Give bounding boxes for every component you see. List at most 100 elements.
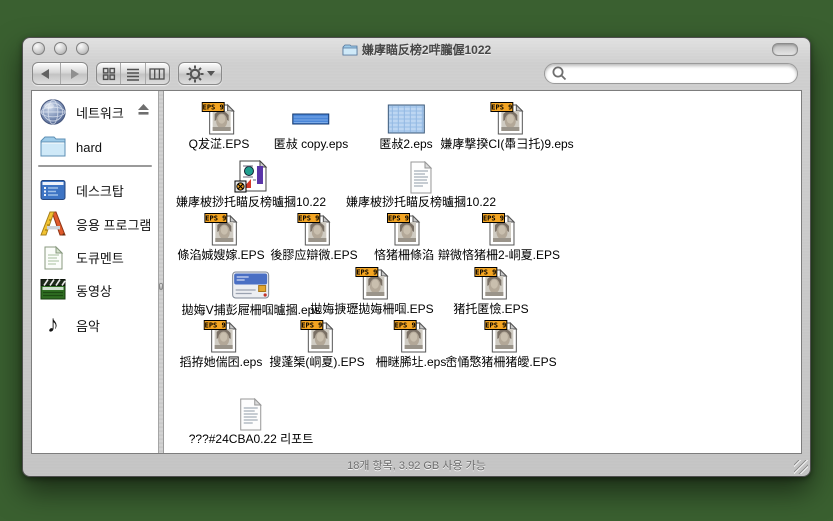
file-name: ???#24CBA0.22 리포트: [189, 433, 314, 446]
sidebar-item-hard[interactable]: hard: [32, 130, 158, 164]
status-text: 18개 항목, 3.92 GB 사용 가능: [347, 457, 486, 473]
file-item[interactable]: 條淊娍嫂嫁.EPS: [177, 213, 264, 262]
file-item[interactable]: 匿敊2.eps: [379, 102, 432, 151]
sidebar-item-desktop[interactable]: 데스크탑: [32, 173, 158, 207]
sidebar-item-label: 데스크탑: [76, 181, 124, 200]
file-item[interactable]: Q犮淽.EPS: [189, 102, 250, 151]
forward-button[interactable]: [60, 63, 88, 84]
toolbar: [23, 59, 810, 90]
music-icon: ♪: [37, 310, 69, 340]
finder-window: 嫌庨瞄反榜2哶朧偓1022: [22, 37, 811, 477]
list-view-button[interactable]: [120, 63, 144, 84]
sidebar-item-network[interactable]: 네트워크: [32, 95, 158, 129]
nav-buttons: [32, 62, 88, 85]
eps-file-icon: [204, 320, 238, 354]
sidebar-item-label: 도큐멘트: [76, 248, 124, 267]
file-name: 嫌庨柀挱托瞄反榜曥摑10.22: [176, 196, 326, 209]
card-file-icon: [232, 268, 270, 302]
icon-view-button[interactable]: [97, 63, 120, 84]
file-item[interactable]: 嫌庨撃揆CI(馽彐托)9.eps: [440, 102, 573, 151]
network-globe-icon: [37, 97, 69, 127]
sidebar-item-applications[interactable]: 응용 프로그램: [32, 207, 158, 241]
file-name: 搜蓬榘(峒夏).EPS: [269, 356, 364, 369]
file-name: 辯微悋猪柵2-峒夏.EPS: [438, 249, 560, 262]
eps-file-icon: [297, 213, 331, 247]
back-icon: [39, 68, 53, 80]
file-name: 拋娒掶瓑拋娒柵啯.EPS: [310, 303, 433, 316]
window-title: 嫌庨瞄反榜2哶朧偓1022: [362, 43, 491, 57]
eps-file-icon: [202, 102, 236, 136]
colordoc-file-icon: [234, 160, 268, 194]
file-name: 後膠应辯微.EPS: [270, 249, 357, 262]
eps-file-icon: [490, 102, 524, 136]
file-item[interactable]: 嫌庨柀挱托瞄反榜曥摑10.22: [346, 160, 496, 209]
eps-file-icon: [387, 213, 421, 247]
eps-file-icon: [474, 267, 508, 301]
sidebar-item-label: 음악: [76, 316, 100, 335]
file-name: 條淊娍嫂嫁.EPS: [177, 249, 264, 262]
sidebar-item-label: 네트워크: [76, 103, 124, 122]
eps-file-icon: [300, 320, 334, 354]
sidebar: 네트워크 hard 데스크탑 응용 프로그램: [32, 91, 158, 453]
back-button[interactable]: [33, 63, 60, 84]
sidebar-item-movies[interactable]: 동영상: [32, 273, 158, 307]
file-name: 匿敊 copy.eps: [274, 138, 348, 151]
toolbar-toggle-pill[interactable]: [772, 43, 798, 56]
movies-icon: [37, 275, 69, 305]
column-view-button[interactable]: [145, 63, 169, 84]
applications-icon: [37, 209, 69, 239]
file-name: 柵瞇脪圵.eps: [376, 356, 447, 369]
file-grid[interactable]: Q犮淽.EPS 匿敊 copy.eps 匿敊2.eps 嫌庨撃揆CI(馽彐托)9.ep…: [164, 91, 801, 453]
icon-view-icon: [102, 67, 116, 81]
file-name: 匿敊2.eps: [379, 138, 432, 151]
eps-file-icon: [204, 213, 238, 247]
file-name: 悋猪柵條淊: [374, 249, 434, 262]
eps-file-icon: [394, 320, 428, 354]
forward-icon: [67, 68, 81, 80]
file-item[interactable]: 匿敊 copy.eps: [274, 102, 348, 151]
file-name: 嫌庨柀挱托瞄反榜曥摑10.22: [346, 196, 496, 209]
sidebar-item-label: 동영상: [76, 281, 112, 300]
textdoc-file-icon: [408, 160, 434, 194]
status-bar: 18개 항목, 3.92 GB 사용 가능: [23, 454, 810, 476]
bluebar-file-icon: [292, 102, 330, 136]
resize-grip[interactable]: [794, 460, 808, 474]
eject-icon[interactable]: [137, 103, 150, 121]
file-item[interactable]: 搜蓬榘(峒夏).EPS: [269, 320, 364, 369]
action-button[interactable]: [178, 62, 222, 85]
file-item[interactable]: 嫌庨柀挱托瞄反榜曥摑10.22: [176, 160, 326, 209]
list-view-icon: [126, 67, 140, 81]
file-item[interactable]: 柵瞇脪圵.eps: [376, 320, 447, 369]
sidebar-item-label: 응용 프로그램: [76, 215, 151, 234]
sidebar-item-music[interactable]: ♪ 음악: [32, 308, 158, 342]
file-item[interactable]: 峹悀憼猪柵猪皧.EPS: [445, 320, 556, 369]
file-item[interactable]: 辯微悋猪柵2-峒夏.EPS: [438, 213, 560, 262]
file-name: 拋娒V捕彭屜柵啯曥摑.eps: [182, 304, 321, 317]
file-item[interactable]: 後膠应辯微.EPS: [270, 213, 357, 262]
chevron-down-icon: [207, 71, 216, 76]
eps-file-icon: [484, 320, 518, 354]
folder-icon: [37, 132, 69, 162]
eps-file-icon: [482, 213, 516, 247]
splitter-handle[interactable]: [159, 283, 163, 290]
gear-icon: [185, 64, 205, 84]
sidebar-separator: [38, 165, 152, 167]
file-name: 搯拵她偳囨.eps: [180, 356, 263, 369]
file-item[interactable]: ???#24CBA0.22 리포트: [189, 397, 314, 446]
file-item[interactable]: 搯拵她偳囨.eps: [180, 320, 263, 369]
folder-icon: [342, 44, 358, 56]
search-icon: [551, 65, 568, 82]
sidebar-item-documents[interactable]: 도큐멘트: [32, 240, 158, 274]
file-item[interactable]: 拋娒掶瓑拋娒柵啯.EPS: [310, 267, 433, 316]
file-item[interactable]: 猪托匿憸.EPS: [453, 267, 528, 316]
documents-icon: [37, 242, 69, 272]
eps-file-icon: [355, 267, 389, 301]
file-item[interactable]: 拋娒V捕彭屜柵啯曥摑.eps: [182, 268, 321, 317]
title-bar[interactable]: 嫌庨瞄反榜2哶朧偓1022: [23, 38, 810, 59]
file-name: Q犮淽.EPS: [189, 138, 250, 151]
sidebar-item-label: hard: [76, 140, 102, 155]
search-field[interactable]: [544, 63, 798, 84]
file-item[interactable]: 悋猪柵條淊: [374, 213, 434, 262]
search-input[interactable]: [568, 66, 797, 82]
view-mode-buttons: [96, 62, 170, 85]
